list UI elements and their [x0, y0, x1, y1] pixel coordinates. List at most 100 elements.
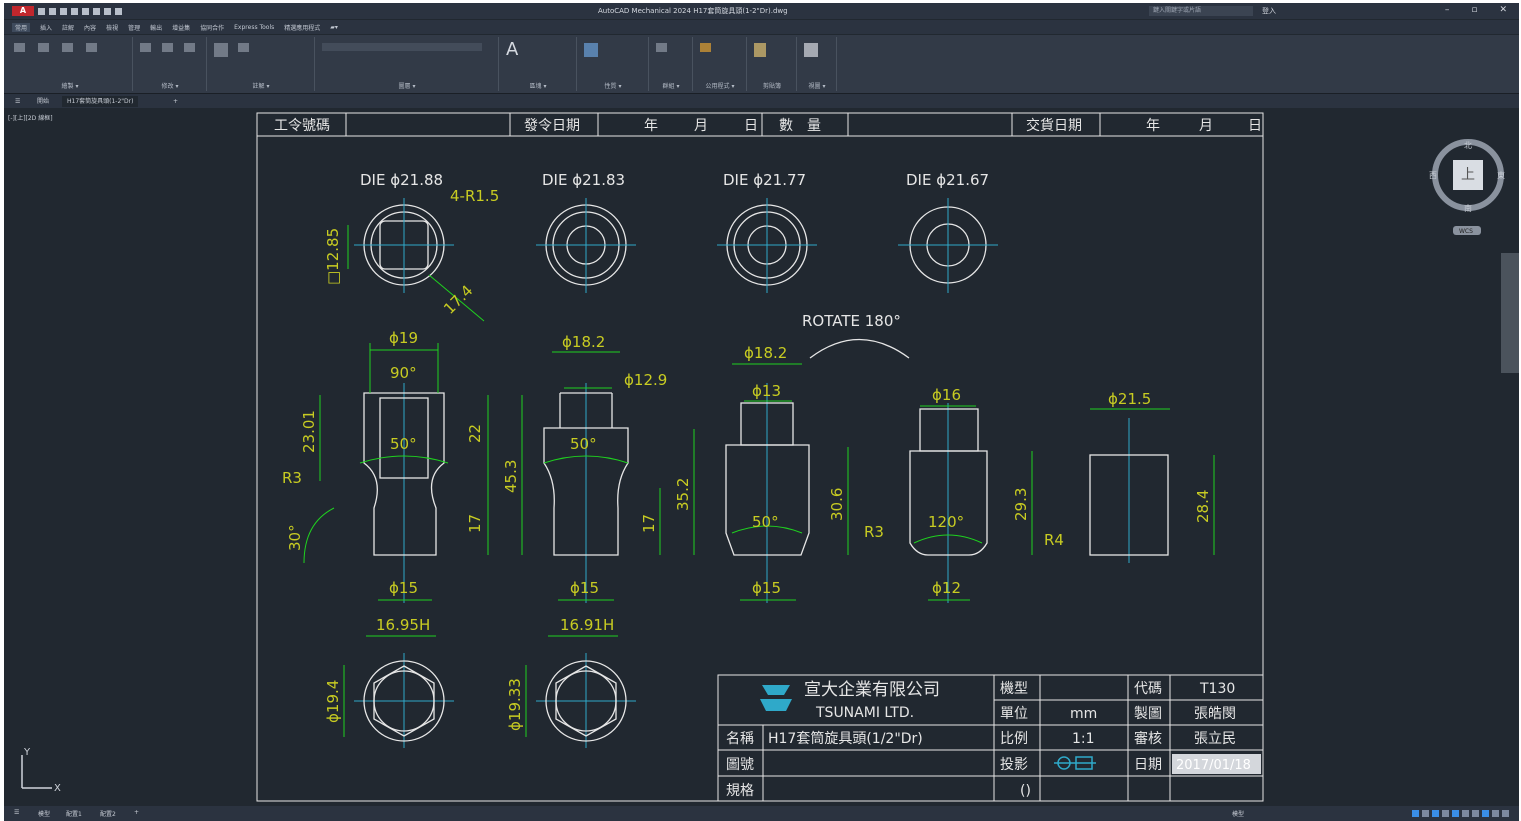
date-value: 2017/01/18 [1176, 758, 1251, 773]
p1-a50: 50° [390, 435, 417, 453]
r15-text: 4-R1.5 [450, 187, 499, 205]
hex1-w: 16.95H [376, 616, 430, 634]
tab-model[interactable]: 模型 [38, 809, 50, 818]
p3-bot: ϕ15 [752, 579, 781, 597]
projection-symbol-icon [1054, 756, 1096, 770]
p4-h1: 29.3 [1012, 488, 1030, 521]
ortho-toggle-icon[interactable] [1432, 810, 1439, 817]
viewcube-west[interactable]: 西 [1429, 171, 1437, 180]
p1-bot: ϕ15 [389, 579, 418, 597]
status-bar: ☰ 模型 配置1 配置2 + 模型 [4, 806, 1519, 821]
p5-h1: 28.4 [1194, 490, 1212, 523]
p2-a50: 50° [570, 435, 597, 453]
rotate-arrow [809, 339, 910, 359]
tab-layout1[interactable]: 配置1 [66, 809, 82, 818]
p3-a50: 50° [752, 513, 779, 531]
viewcube-south[interactable]: 南 [1464, 203, 1472, 213]
layout-menu-icon[interactable]: ☰ [14, 809, 19, 816]
issue-date-label: 發令日期 [524, 118, 580, 134]
grid-toggle-icon[interactable] [1412, 810, 1419, 817]
snap-toggle-icon[interactable] [1422, 810, 1429, 817]
date-label: 日期 [1134, 757, 1162, 773]
lineweight-toggle-icon[interactable] [1472, 810, 1479, 817]
viewcube-north[interactable]: 北 [1464, 141, 1472, 150]
p1-r: R3 [282, 469, 302, 487]
add-layout-button[interactable]: + [134, 809, 139, 816]
year-label: 年 [644, 118, 658, 134]
autocad-window: A AutoCAD Mechanical 2024 H17套筒旋具頭(1-2"D… [4, 3, 1519, 821]
tab-layout2[interactable]: 配置2 [100, 809, 116, 818]
delivery-date-label: 交貨日期 [1026, 117, 1082, 134]
check-value: 張立民 [1194, 731, 1236, 747]
hex1-d: ϕ19.4 [324, 680, 342, 723]
wcs-label[interactable]: WCS [1459, 228, 1473, 235]
model-label: 機型 [1000, 681, 1028, 697]
work-no-label: 工令號碼 [274, 118, 330, 134]
dimension-lines [303, 225, 1215, 737]
name-value: H17套筒旋具頭(1/2"Dr) [768, 730, 923, 747]
p2-h2: 35.2 [674, 478, 692, 511]
scale-label: 比例 [1000, 731, 1028, 747]
p3-top: ϕ18.2 [744, 344, 787, 362]
die-label-1: DIE ϕ21.88 [360, 171, 443, 189]
die-label-4: DIE ϕ21.67 [906, 171, 989, 189]
hex2-d: ϕ19.33 [506, 678, 524, 731]
annotation-scale-icon[interactable] [1482, 810, 1489, 817]
drawn-value: 張皓閔 [1194, 706, 1236, 722]
drawn-label: 製圖 [1134, 706, 1162, 722]
viewcube-top-face[interactable]: 上 [1453, 160, 1483, 190]
code-label: 代碼 [1134, 681, 1162, 697]
header-row: 工令號碼 發令日期 年 月 日 數 量 交貨日期 年 月 日 [274, 117, 1262, 134]
viewcube-east[interactable]: 東 [1497, 170, 1505, 180]
die-views [363, 204, 987, 286]
otrack-toggle-icon[interactable] [1462, 810, 1469, 817]
navigation-bar[interactable] [1501, 253, 1519, 373]
year-label: 年 [1146, 118, 1160, 134]
company-en: TSUNAMI LTD. [815, 705, 914, 721]
code-value: T130 [1199, 681, 1235, 697]
company-cn: 宣大企業有限公司 [804, 680, 940, 700]
p3-r: R3 [864, 523, 884, 541]
osnap-toggle-icon[interactable] [1452, 810, 1459, 817]
status-toggles [1412, 810, 1509, 817]
sheet-frame [256, 112, 1264, 802]
customize-icon[interactable] [1502, 810, 1509, 817]
rev-value: () [1020, 783, 1031, 799]
proj-label: 投影 [1000, 757, 1028, 773]
p2-inner: ϕ12.9 [624, 371, 667, 389]
company-logo-icon [760, 685, 792, 711]
p1-top: ϕ19 [389, 329, 418, 347]
day-label: 日 [1248, 118, 1262, 134]
figno-label: 圖號 [726, 757, 754, 773]
drawing-area[interactable]: 工令號碼 發令日期 年 月 日 數 量 交貨日期 年 月 日 DIE ϕ21.8… [4, 3, 1519, 821]
p3-inner: ϕ13 [752, 382, 781, 400]
day-label: 日 [744, 118, 758, 134]
center-lines [354, 198, 1130, 748]
p4-bot: ϕ12 [932, 579, 961, 597]
p2-bot: ϕ15 [570, 579, 599, 597]
p4-a120: 120° [928, 513, 964, 531]
ucs-icon [21, 755, 52, 789]
sq-text: □12.85 [324, 228, 342, 285]
p5-top: ϕ21.5 [1108, 390, 1151, 408]
p3-h1: 30.6 [828, 488, 846, 521]
die-label-3: DIE ϕ21.77 [723, 171, 806, 189]
p1-h4: 17 [466, 514, 484, 533]
quantity-label: 數 量 [779, 118, 821, 134]
p1-ang: 90° [390, 364, 417, 382]
month-label: 月 [694, 118, 708, 134]
rotate-text: ROTATE 180° [802, 312, 901, 330]
p2-top: ϕ18.2 [562, 333, 605, 351]
ucs-y: Y [23, 747, 31, 758]
check-label: 審核 [1134, 731, 1162, 747]
p4-top: ϕ16 [932, 386, 961, 404]
model-space-toggle[interactable]: 模型 [1232, 809, 1244, 818]
p1-h3: 45.3 [502, 460, 520, 493]
p1-h1: 23.01 [300, 410, 318, 453]
p1-h2: 22 [466, 424, 484, 443]
p4-r: R4 [1044, 531, 1064, 549]
p1-a30: 30° [286, 524, 304, 551]
polar-toggle-icon[interactable] [1442, 810, 1449, 817]
workspace-icon[interactable] [1492, 810, 1499, 817]
p2-h1: 17 [640, 514, 658, 533]
